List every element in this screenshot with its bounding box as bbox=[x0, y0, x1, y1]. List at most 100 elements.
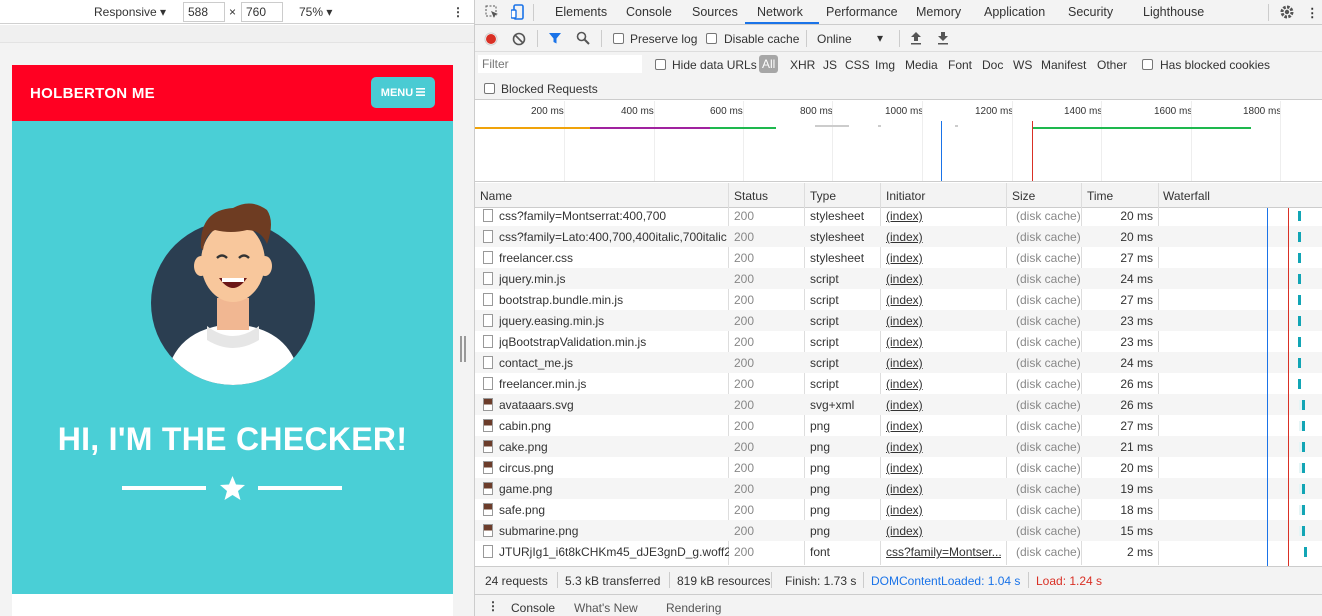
filter-type-xhr[interactable]: XHR bbox=[790, 58, 815, 72]
disable-cache-checkbox[interactable] bbox=[706, 33, 717, 44]
table-row[interactable]: freelancer.css 200 stylesheet (index) (disk … bbox=[475, 247, 1322, 268]
request-type: png bbox=[810, 440, 831, 454]
request-initiator[interactable]: (index) bbox=[886, 209, 1001, 223]
table-row[interactable]: jqBootstrapValidation.min.js 200 script (in… bbox=[475, 331, 1322, 352]
tab-console[interactable]: Console bbox=[626, 5, 672, 19]
column-header-size[interactable]: Size bbox=[1012, 189, 1035, 203]
network-overview: 200 ms 400 ms 600 ms 800 ms 1000 ms 1200… bbox=[475, 101, 1322, 182]
menu-button[interactable]: MENU bbox=[371, 77, 435, 108]
hide-data-urls-checkbox[interactable] bbox=[655, 59, 666, 70]
inspect-element-icon[interactable] bbox=[485, 5, 499, 19]
request-status: 200 bbox=[734, 293, 755, 307]
column-header-type[interactable]: Type bbox=[810, 189, 836, 203]
table-row[interactable]: game.png 200 png (index) (disk cache) 19 ms bbox=[475, 478, 1322, 499]
preserve-log-checkbox[interactable] bbox=[613, 33, 624, 44]
column-header-name[interactable]: Name bbox=[480, 189, 512, 203]
request-initiator[interactable]: (index) bbox=[886, 419, 1001, 433]
table-row[interactable]: css?family=Lato:400,700,400italic,700ita… bbox=[475, 226, 1322, 247]
request-name: cake.png bbox=[499, 440, 548, 454]
filter-type-other[interactable]: Other bbox=[1097, 58, 1127, 72]
overview-tick: 200 ms bbox=[531, 106, 564, 117]
filter-input[interactable] bbox=[478, 55, 642, 73]
filter-type-ws[interactable]: WS bbox=[1013, 58, 1032, 72]
filter-type-css[interactable]: CSS bbox=[845, 58, 870, 72]
table-row[interactable]: bootstrap.bundle.min.js 200 script (index) (… bbox=[475, 289, 1322, 310]
blocked-requests-checkbox[interactable] bbox=[484, 83, 495, 94]
request-initiator[interactable]: (index) bbox=[886, 335, 1001, 349]
search-icon[interactable] bbox=[576, 31, 590, 45]
drawer-tab-console[interactable]: Console bbox=[511, 601, 555, 615]
request-initiator[interactable]: (index) bbox=[886, 524, 1001, 538]
filter-type-all[interactable]: All bbox=[759, 55, 779, 73]
resize-handle[interactable] bbox=[457, 336, 467, 366]
clear-icon[interactable] bbox=[512, 32, 526, 46]
devtools-menu-icon[interactable]: ⋮ bbox=[1306, 5, 1319, 20]
gear-icon[interactable] bbox=[1279, 4, 1295, 20]
tab-elements[interactable]: Elements bbox=[555, 5, 607, 19]
table-row[interactable]: safe.png 200 png (index) (disk cache) 18 ms bbox=[475, 499, 1322, 520]
overview-tick: 800 ms bbox=[800, 106, 833, 117]
tab-security[interactable]: Security bbox=[1068, 5, 1113, 19]
zoom-select[interactable]: 75% ▾ bbox=[299, 5, 332, 19]
column-header-status[interactable]: Status bbox=[734, 189, 768, 203]
column-header-time[interactable]: Time bbox=[1087, 189, 1113, 203]
device-toggle-icon[interactable] bbox=[511, 4, 525, 20]
tab-application[interactable]: Application bbox=[984, 5, 1045, 19]
request-initiator[interactable]: (index) bbox=[886, 272, 1001, 286]
filter-type-media[interactable]: Media bbox=[905, 58, 938, 72]
table-row[interactable]: cake.png 200 png (index) (disk cache) 21 ms bbox=[475, 436, 1322, 457]
column-header-waterfall[interactable]: Waterfall bbox=[1163, 189, 1210, 203]
tab-network[interactable]: Network bbox=[757, 5, 803, 19]
request-initiator[interactable]: (index) bbox=[886, 356, 1001, 370]
table-row[interactable]: cabin.png 200 png (index) (disk cache) 27 ms bbox=[475, 415, 1322, 436]
blocked-requests-label: Blocked Requests bbox=[501, 82, 598, 96]
import-har-icon[interactable] bbox=[910, 31, 922, 45]
filter-type-font[interactable]: Font bbox=[948, 58, 972, 72]
request-initiator[interactable]: (index) bbox=[886, 251, 1001, 265]
more-options-icon[interactable]: ⋮ bbox=[452, 5, 464, 19]
filter-type-manifest[interactable]: Manifest bbox=[1041, 58, 1086, 72]
document-file-icon bbox=[483, 251, 493, 264]
request-initiator[interactable]: (index) bbox=[886, 314, 1001, 328]
filter-type-doc[interactable]: Doc bbox=[982, 58, 1003, 72]
filter-type-img[interactable]: Img bbox=[875, 58, 895, 72]
tab-lighthouse[interactable]: Lighthouse bbox=[1143, 5, 1204, 19]
drawer-tab-rendering[interactable]: Rendering bbox=[666, 601, 721, 615]
column-header-initiator[interactable]: Initiator bbox=[886, 189, 925, 203]
request-initiator[interactable]: (index) bbox=[886, 230, 1001, 244]
tab-memory[interactable]: Memory bbox=[916, 5, 961, 19]
overview-bar-font bbox=[475, 127, 590, 129]
export-har-icon[interactable] bbox=[937, 31, 949, 45]
table-row[interactable]: freelancer.min.js 200 script (index) (disk c… bbox=[475, 373, 1322, 394]
request-initiator[interactable]: (index) bbox=[886, 377, 1001, 391]
tab-performance[interactable]: Performance bbox=[826, 5, 898, 19]
drawer-tab-whats-new[interactable]: What's New bbox=[574, 601, 638, 615]
table-row[interactable]: circus.png 200 png (index) (disk cache) 20 ms bbox=[475, 457, 1322, 478]
record-icon[interactable] bbox=[484, 32, 498, 46]
has-blocked-cookies-checkbox[interactable] bbox=[1142, 59, 1153, 70]
table-row[interactable]: submarine.png 200 png (index) (disk cache) 15… bbox=[475, 520, 1322, 541]
tab-sources[interactable]: Sources bbox=[692, 5, 738, 19]
request-initiator[interactable]: css?family=Montser... bbox=[886, 545, 1001, 559]
device-select[interactable]: Responsive ▾ bbox=[94, 5, 166, 19]
request-initiator[interactable]: (index) bbox=[886, 293, 1001, 307]
filter-type-js[interactable]: JS bbox=[823, 58, 837, 72]
request-initiator[interactable]: (index) bbox=[886, 440, 1001, 454]
filter-icon[interactable] bbox=[548, 31, 562, 45]
viewport-width-input[interactable] bbox=[183, 2, 225, 22]
table-row[interactable]: JTURjIg1_i6t8kCHKm45_dJE3gnD_g.woff2 200 f… bbox=[475, 541, 1322, 562]
drawer-menu-icon[interactable]: ⋮ bbox=[487, 599, 499, 613]
request-initiator[interactable]: (index) bbox=[886, 503, 1001, 517]
table-row[interactable]: css?family=Montserrat:400,700 200 styleshe… bbox=[475, 208, 1322, 226]
table-row[interactable]: avataaars.svg 200 svg+xml (index) (disk cach… bbox=[475, 394, 1322, 415]
request-initiator[interactable]: (index) bbox=[886, 398, 1001, 412]
site-brand[interactable]: HOLBERTON ME bbox=[30, 85, 155, 102]
request-type: script bbox=[810, 335, 839, 349]
table-row[interactable]: jquery.easing.min.js 200 script (index) (dis… bbox=[475, 310, 1322, 331]
table-row[interactable]: jquery.min.js 200 script (index) (disk cache… bbox=[475, 268, 1322, 289]
viewport-height-input[interactable] bbox=[241, 2, 283, 22]
request-initiator[interactable]: (index) bbox=[886, 461, 1001, 475]
request-initiator[interactable]: (index) bbox=[886, 482, 1001, 496]
table-row[interactable]: contact_me.js 200 script (index) (disk cache… bbox=[475, 352, 1322, 373]
throttling-select[interactable]: Online bbox=[817, 32, 852, 46]
